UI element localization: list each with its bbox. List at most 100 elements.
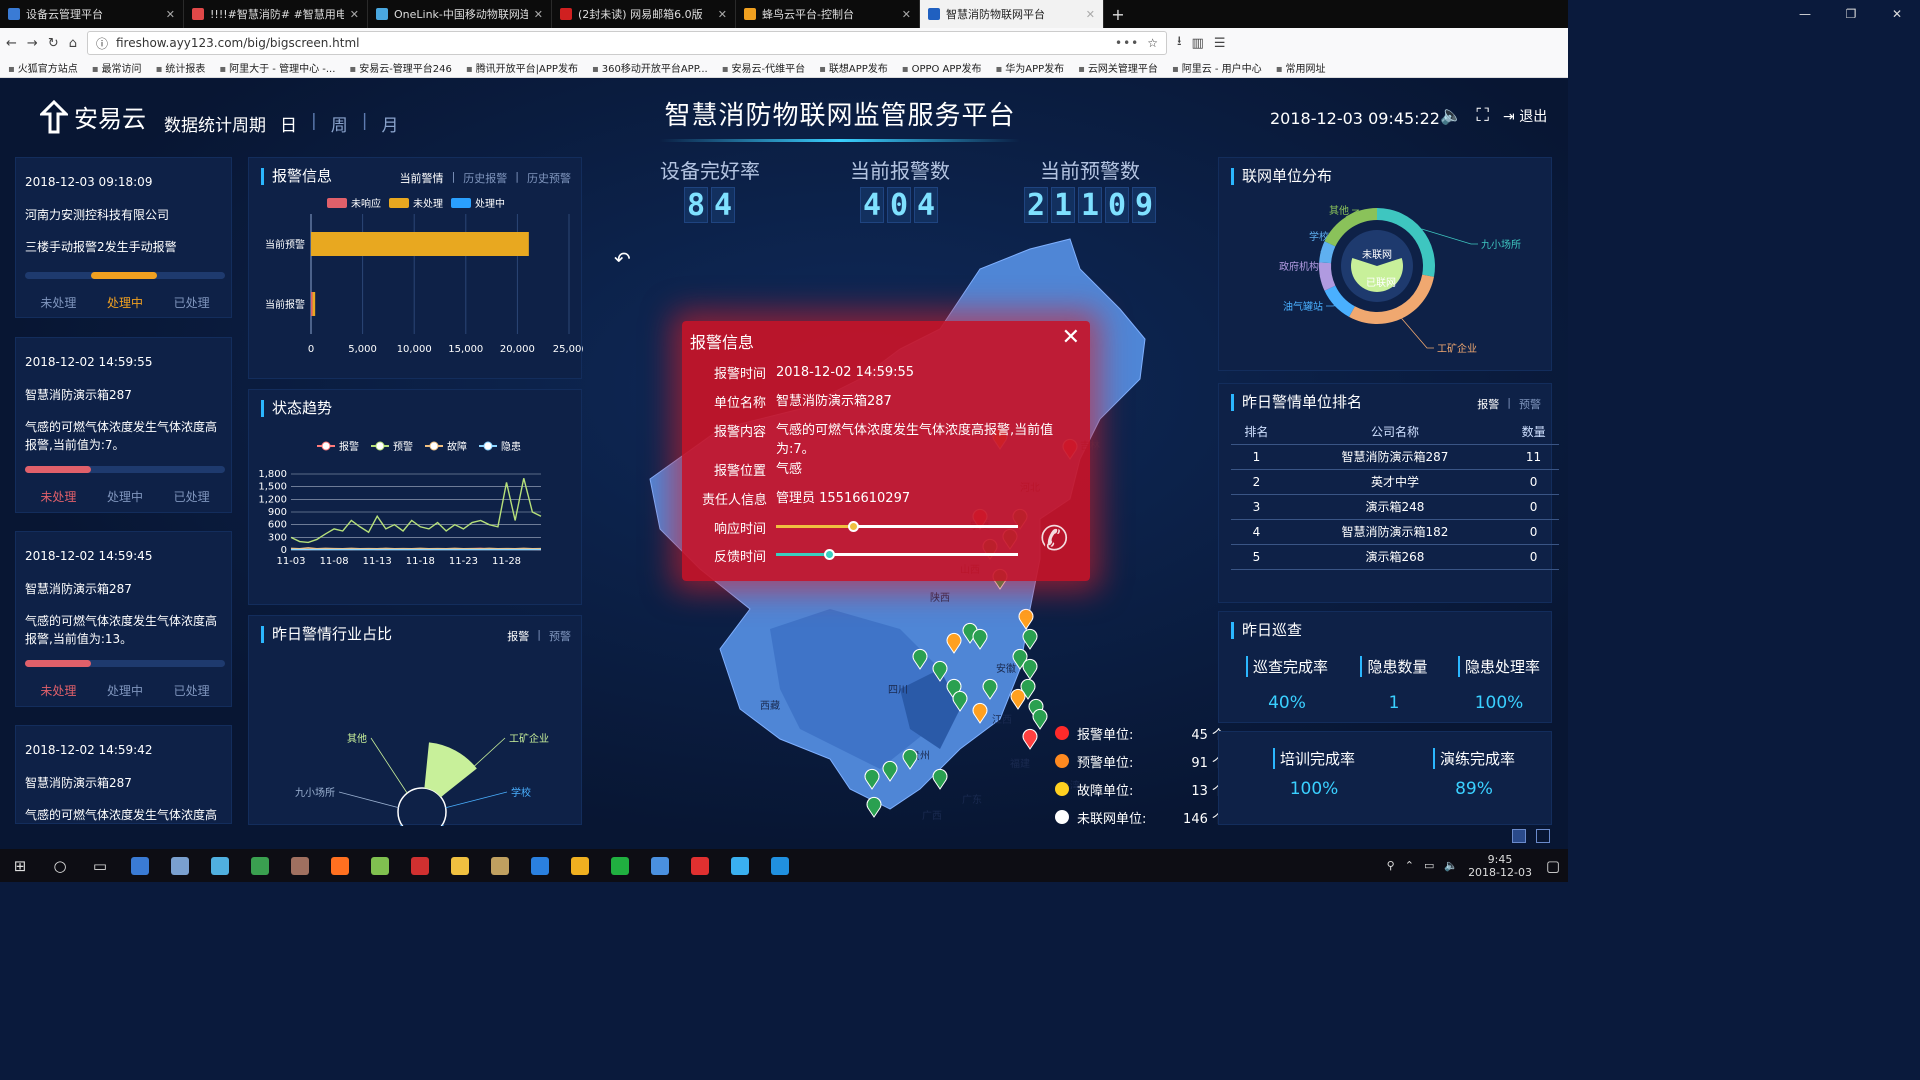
back-icon[interactable]: ← — [6, 36, 17, 51]
browser-tab[interactable]: 设备云管理平台 ✕ — [0, 0, 184, 28]
tab-close-icon[interactable]: ✕ — [1086, 8, 1095, 21]
taskbar-app-icon[interactable] — [240, 849, 280, 882]
state-unprocessed[interactable]: 未处理 — [40, 682, 76, 699]
info-icon[interactable]: ⓘ — [96, 35, 108, 52]
bookmark-item[interactable]: 最常访问 — [92, 60, 142, 75]
taskbar-app-icon[interactable] — [120, 849, 160, 882]
alarm-card[interactable]: 2018-12-02 14:59:55 智慧消防演示箱287 气感的可燃气体浓度… — [15, 337, 232, 513]
state-unprocessed[interactable]: 未处理 — [40, 294, 76, 311]
state-processed[interactable]: 已处理 — [174, 294, 210, 311]
taskbar-app-icon[interactable] — [480, 849, 520, 882]
taskbar-app-icon[interactable] — [760, 849, 800, 882]
page-actions-icon[interactable]: ••• — [1115, 36, 1139, 50]
bookmark-item[interactable]: 云网关管理平台 — [1078, 60, 1158, 75]
state-unprocessed[interactable]: 未处理 — [40, 488, 76, 505]
bookmark-item[interactable]: 联想APP发布 — [819, 60, 888, 75]
taskbar-app-icon[interactable] — [640, 849, 680, 882]
taskbar-app-icon[interactable] — [200, 849, 240, 882]
period-month[interactable]: 月 — [381, 111, 398, 136]
bookmark-item[interactable]: 阿里大于 - 管理中心 -... — [219, 60, 335, 75]
maximize-button[interactable]: ❐ — [1828, 0, 1874, 28]
browser-tab[interactable]: (2封未读) 网易邮箱6.0版 ✕ — [552, 0, 736, 28]
tray-chevron-icon[interactable]: ⌃ — [1405, 859, 1414, 872]
bookmark-item[interactable]: 华为APP发布 — [995, 60, 1064, 75]
reload-icon[interactable]: ↻ — [48, 36, 59, 51]
fullscreen-icon[interactable]: ⛶ — [1476, 105, 1489, 126]
bookmark-item[interactable]: 360移动开放平台APP... — [592, 60, 708, 75]
taskbar-app-icon[interactable] — [280, 849, 320, 882]
menu-icon[interactable]: ☰ — [1214, 36, 1226, 51]
close-window-button[interactable]: ✕ — [1874, 0, 1920, 28]
bookmark-item[interactable]: 常用网址 — [1276, 60, 1325, 75]
browser-tab[interactable]: !!!!#智慧消防# #智慧用电# 用 ✕ — [184, 0, 368, 28]
new-tab-button[interactable]: + — [1104, 0, 1132, 28]
bookmark-item[interactable]: 安易云-管理平台246 — [349, 60, 452, 75]
state-processed[interactable]: 已处理 — [174, 488, 210, 505]
bookmark-item[interactable]: 阿里云 - 用户中心 — [1172, 60, 1262, 75]
alarm-card[interactable]: 2018-12-03 09:18:09 河南力安测控科技有限公司 三楼手动报警2… — [15, 157, 232, 318]
bookmark-item[interactable]: 统计报表 — [156, 60, 205, 75]
bookmark-item[interactable]: 安易云-代维平台 — [722, 60, 806, 75]
slider-handle[interactable] — [824, 549, 836, 560]
minimize-button[interactable]: — — [1782, 0, 1828, 28]
state-processing[interactable]: 处理中 — [107, 294, 143, 311]
browser-tab[interactable]: 智慧消防物联网平台 ✕ — [920, 0, 1104, 28]
taskbar-app-icon[interactable] — [720, 849, 760, 882]
start-icon[interactable]: ⊞ — [0, 849, 40, 882]
taskbar-app-icon[interactable] — [520, 849, 560, 882]
period-week[interactable]: 周 — [331, 111, 348, 136]
search-icon[interactable]: ○ — [40, 849, 80, 882]
tab-close-icon[interactable]: ✕ — [718, 8, 727, 21]
table-row[interactable]: 4 智慧消防演示箱182 0 — [1231, 519, 1559, 545]
download-icon[interactable]: ⭳ — [1177, 32, 1182, 54]
tab-close-icon[interactable]: ✕ — [166, 8, 175, 21]
response-slider[interactable] — [776, 521, 1018, 532]
table-row[interactable]: 5 演示箱268 0 — [1231, 544, 1559, 570]
back-arrow-icon[interactable]: ↶ — [614, 247, 631, 271]
bookmark-star-icon[interactable]: ☆ — [1147, 36, 1158, 50]
taskbar-app-icon[interactable] — [560, 849, 600, 882]
state-processing[interactable]: 处理中 — [107, 488, 143, 505]
taskbar-app-icon[interactable] — [320, 849, 360, 882]
notification-icon[interactable]: ▢ — [1546, 857, 1560, 875]
volume-icon[interactable]: 🔈 — [1440, 105, 1462, 126]
table-row[interactable]: 3 演示箱248 0 — [1231, 494, 1559, 520]
bookmark-item[interactable]: OPPO APP发布 — [902, 60, 982, 75]
layout-toggle-icon[interactable] — [1512, 829, 1526, 843]
address-bar[interactable]: ⓘ fireshow.ayy123.com/big/bigscreen.html… — [86, 31, 1167, 55]
browser-tab[interactable]: 蜂鸟云平台-控制台 ✕ — [736, 0, 920, 28]
taskbar-app-icon[interactable] — [440, 849, 480, 882]
tab-close-icon[interactable]: ✕ — [902, 8, 911, 21]
taskbar-app-icon[interactable] — [600, 849, 640, 882]
slider-handle[interactable] — [848, 521, 860, 532]
taskbar-app-icon[interactable] — [360, 849, 400, 882]
tab-close-icon[interactable]: ✕ — [350, 8, 359, 21]
taskbar-app-icon[interactable] — [400, 849, 440, 882]
state-processing[interactable]: 处理中 — [107, 682, 143, 699]
library-icon[interactable]: ▥ — [1192, 36, 1204, 51]
tab-warning[interactable]: 预警 — [1519, 396, 1541, 412]
home-icon[interactable]: ⌂ — [69, 36, 77, 51]
bookmark-item[interactable]: 火狐官方站点 — [8, 60, 78, 75]
bookmark-item[interactable]: 腾讯开放平台|APP发布 — [466, 60, 578, 75]
alarm-card[interactable]: 2018-12-02 14:59:42 智慧消防演示箱287 气感的可燃气体浓度… — [15, 725, 232, 824]
forward-icon[interactable]: → — [27, 36, 38, 51]
alarm-card[interactable]: 2018-12-02 14:59:45 智慧消防演示箱287 气感的可燃气体浓度… — [15, 531, 232, 707]
feedback-slider[interactable] — [776, 549, 1018, 560]
network-icon[interactable]: ▭ — [1424, 859, 1434, 872]
close-icon[interactable]: ✕ — [1062, 325, 1080, 350]
period-day[interactable]: 日 — [280, 111, 297, 136]
layout-toggle-icon[interactable] — [1536, 829, 1550, 843]
taskbar-app-icon[interactable] — [680, 849, 720, 882]
speaker-icon[interactable]: 🔈 — [1444, 859, 1458, 872]
task-view-icon[interactable]: ▭ — [80, 849, 120, 882]
taskbar-app-icon[interactable] — [160, 849, 200, 882]
phone-icon[interactable]: ✆ — [1040, 519, 1069, 559]
logout-button[interactable]: ⇥ 退出 — [1503, 106, 1547, 126]
table-row[interactable]: 1 智慧消防演示箱287 11 — [1231, 444, 1559, 470]
state-processed[interactable]: 已处理 — [174, 682, 210, 699]
tab-alarm[interactable]: 报警 — [1477, 396, 1499, 412]
browser-tab[interactable]: OneLink-中国移动物联网连接 ✕ — [368, 0, 552, 28]
tab-close-icon[interactable]: ✕ — [534, 8, 543, 21]
user-icon[interactable]: ⚲ — [1387, 859, 1395, 872]
